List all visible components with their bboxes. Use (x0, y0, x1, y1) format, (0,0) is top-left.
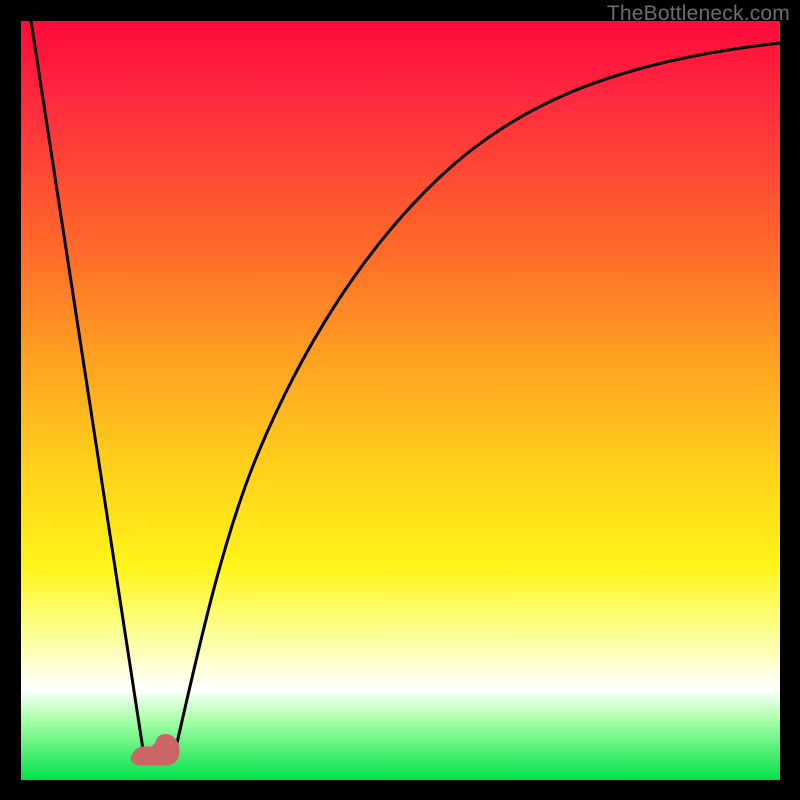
optimal-marker (131, 735, 179, 766)
curve-right-limb (174, 43, 780, 756)
watermark-text: TheBottleneck.com (607, 2, 790, 26)
chart-stage: TheBottleneck.com (0, 0, 800, 800)
curve-left-limb (31, 21, 144, 756)
bottleneck-curve (21, 21, 780, 780)
